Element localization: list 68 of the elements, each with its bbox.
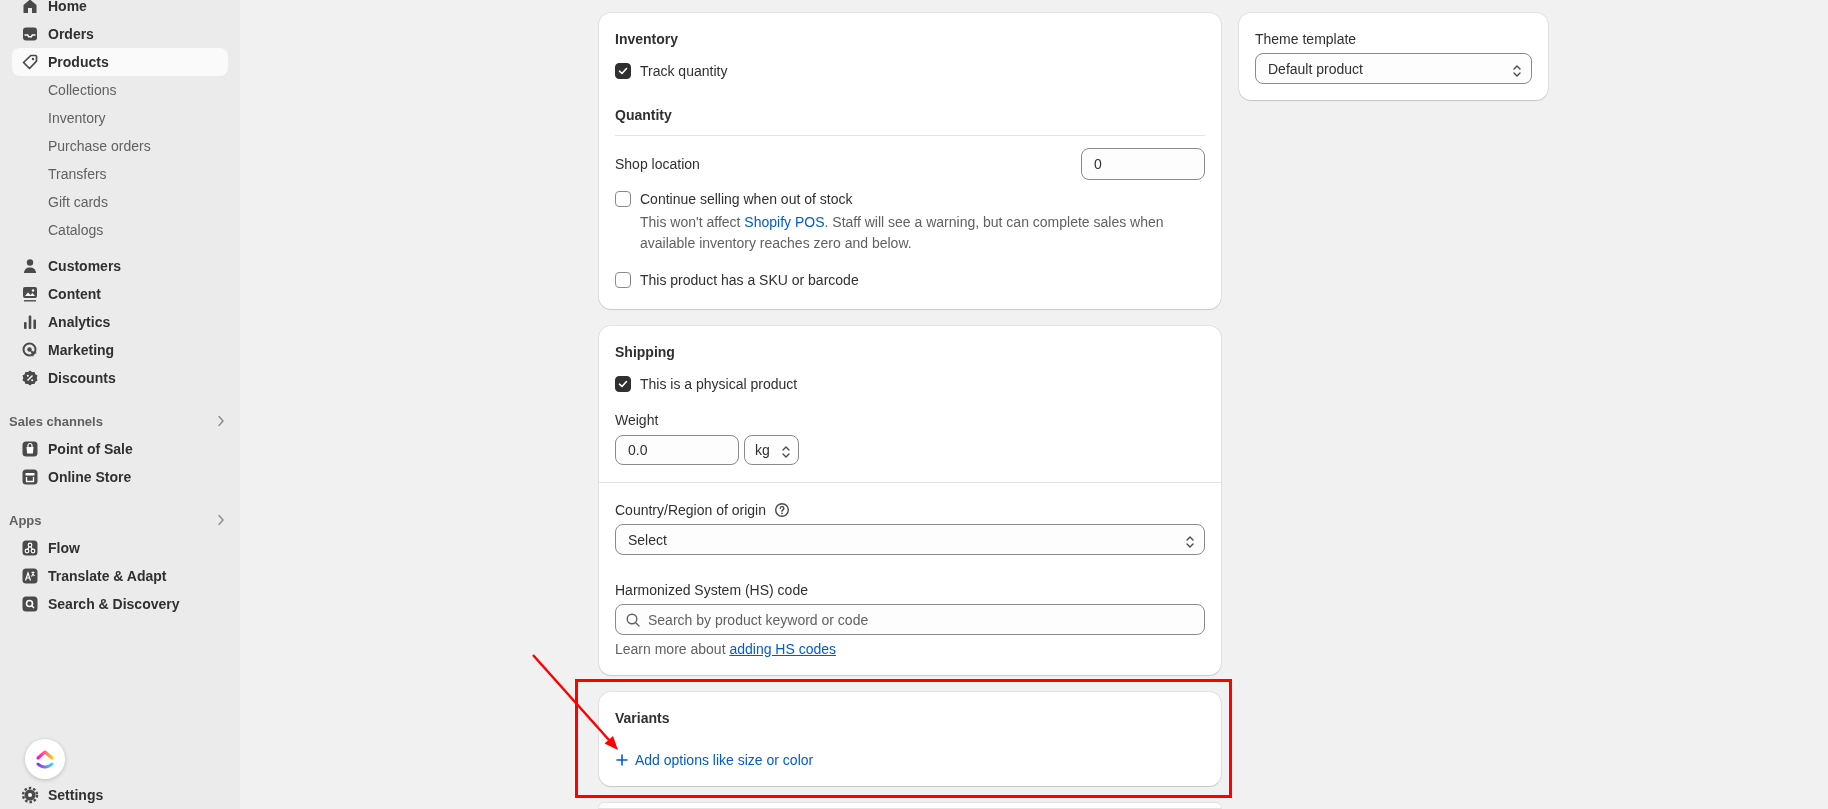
nav-item[interactable]: Online Store <box>12 463 228 491</box>
nav-subitem[interactable]: Transfers <box>12 160 228 188</box>
checkbox[interactable] <box>615 191 631 207</box>
flow-icon <box>20 538 40 558</box>
checkbox[interactable] <box>615 63 631 79</box>
field-label: Country/Region of origin <box>615 501 766 520</box>
search-icon <box>20 594 40 614</box>
checkbox-label: Continue selling when out of stock <box>640 190 853 209</box>
help-text: This won't affect Shopify POS. Staff will see a warning, but can complete sales when available inventory reaches zero and below. <box>640 213 1165 253</box>
nav-subitem[interactable]: Catalogs <box>12 216 228 244</box>
field-label: Theme template <box>1255 30 1358 49</box>
unit-select[interactable]: kg <box>744 435 799 465</box>
checkbox[interactable] <box>615 272 631 288</box>
nav-item[interactable]: Home <box>12 0 228 20</box>
checkmark-icon <box>617 378 629 390</box>
quantity-input[interactable]: 0 <box>1081 148 1205 180</box>
help-icon <box>774 502 790 518</box>
card-title: Inventory <box>615 30 679 49</box>
template-select[interactable]: Default product <box>1255 53 1532 84</box>
nav-item[interactable]: Translate & Adapt <box>12 562 228 590</box>
gear-icon <box>20 785 40 805</box>
location-label: Shop location <box>615 155 700 174</box>
help-link[interactable]: Shopify POS <box>744 214 825 230</box>
nav-subitem[interactable]: Inventory <box>12 104 228 132</box>
discount-badge-icon <box>20 368 40 388</box>
nav-item[interactable]: Customers <box>12 252 228 280</box>
nav-item[interactable]: Point of Sale <box>12 435 228 463</box>
add-options-button[interactable]: Add options like size or color <box>615 750 814 770</box>
nav-item[interactable]: Settings <box>12 781 228 809</box>
help-text: Learn more about adding HS codes <box>615 640 838 659</box>
section-title: Apps <box>9 512 42 528</box>
checkbox-label: This is a physical product <box>640 375 798 394</box>
tag-icon <box>20 52 40 72</box>
card-title: Variants <box>615 709 671 728</box>
nav-subitem[interactable]: Gift cards <box>12 188 228 216</box>
weight-input[interactable]: 0.0 <box>615 435 739 465</box>
nav-item[interactable]: Discounts <box>12 364 228 392</box>
translate-icon <box>20 566 40 586</box>
chevrons-logo-icon <box>34 749 56 769</box>
section-title: Sales channels <box>9 413 103 429</box>
field-label: Weight <box>615 411 660 430</box>
section-title: Quantity <box>615 106 673 125</box>
chevron-right-icon <box>216 415 226 427</box>
chevron-right-icon <box>216 514 226 526</box>
nav-item[interactable]: Orders <box>12 20 228 48</box>
nav-item[interactable]: Marketing <box>12 336 228 364</box>
nav-item[interactable]: Search & Discovery <box>12 590 228 618</box>
card-title: Shipping <box>615 343 676 362</box>
plus-icon <box>615 753 629 767</box>
checkmark-icon <box>617 65 629 77</box>
help-link[interactable]: adding HS codes <box>729 641 837 657</box>
nav-item[interactable]: Flow <box>12 534 228 562</box>
search-icon <box>625 612 641 628</box>
storefront-icon <box>20 467 40 487</box>
nav-item[interactable]: Analytics <box>12 308 228 336</box>
checkbox[interactable] <box>615 376 631 392</box>
shopping-bag-icon <box>20 439 40 459</box>
search-field[interactable]: Search by product keyword or code <box>615 604 1205 635</box>
app-logo[interactable] <box>25 739 65 779</box>
nav-item[interactable]: Products <box>12 48 228 76</box>
checkbox-label: Track quantity <box>640 62 728 81</box>
nav-subitem[interactable]: Collections <box>12 76 228 104</box>
nav-item[interactable]: Content <box>12 280 228 308</box>
nav-subitem[interactable]: Purchase orders <box>12 132 228 160</box>
checkbox-label: This product has a SKU or barcode <box>640 271 859 290</box>
country-select[interactable]: Select <box>615 524 1205 555</box>
field-label: Harmonized System (HS) code <box>615 581 809 600</box>
image-icon <box>20 284 40 304</box>
